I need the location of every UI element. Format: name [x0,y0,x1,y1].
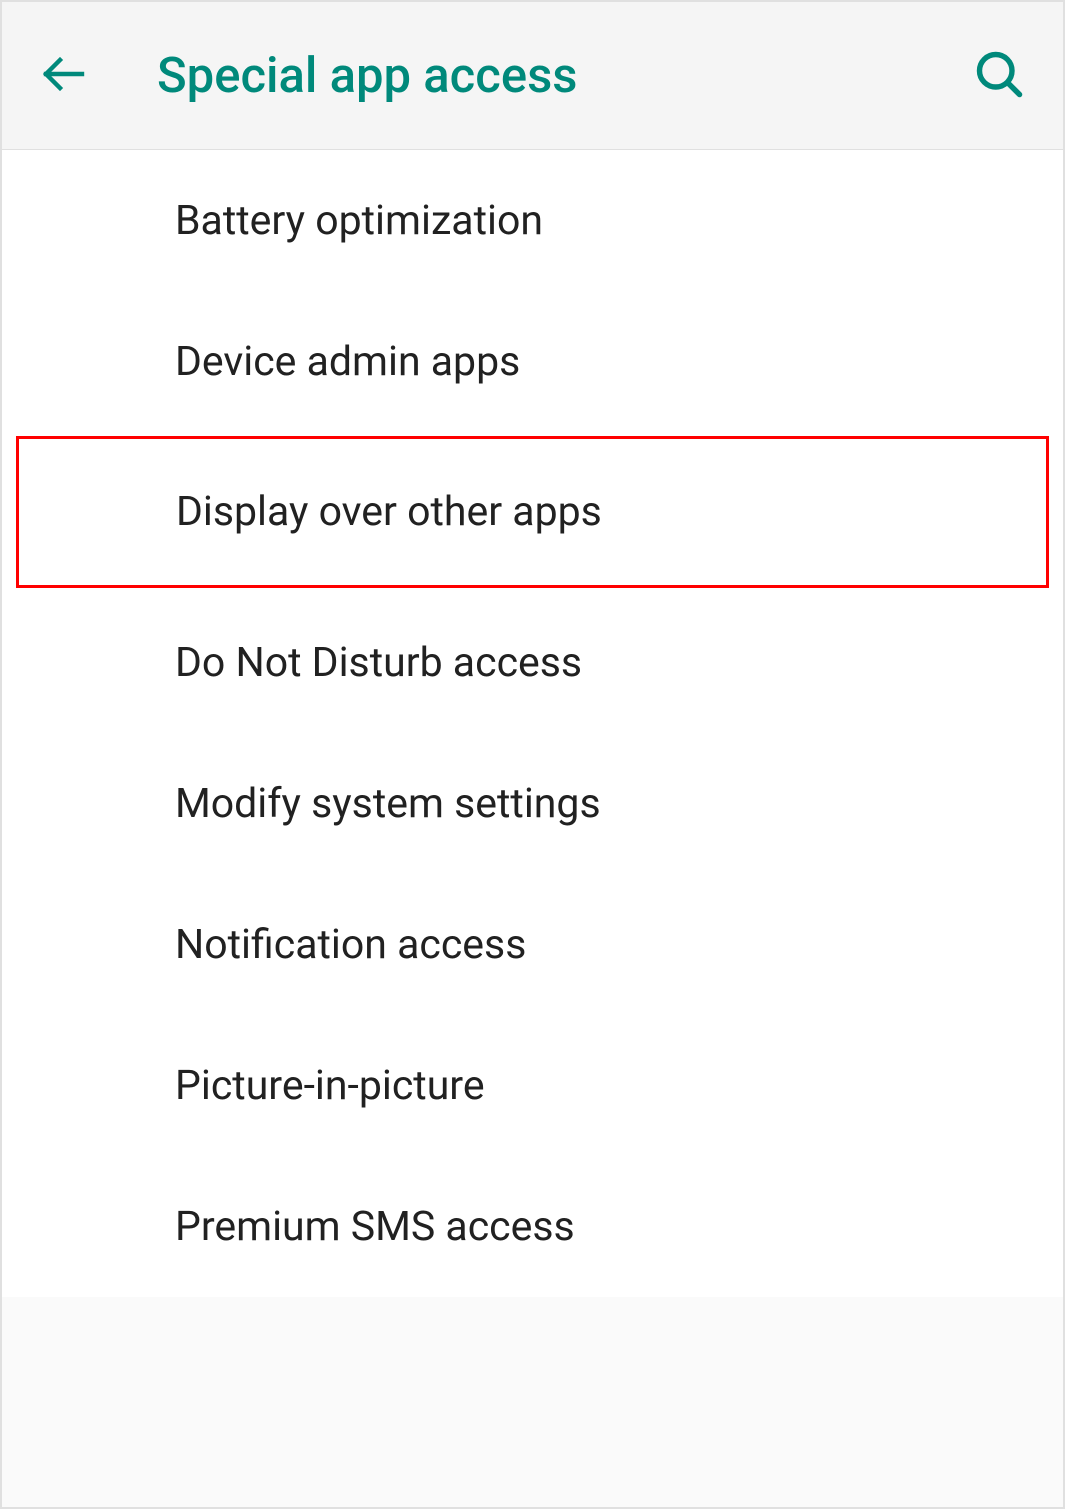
list-item-display-over-other-apps[interactable]: Display over other apps [19,439,1046,585]
highlight-box: Display over other apps [16,436,1049,588]
list-item-label: Modify system settings [175,780,601,828]
back-button[interactable] [22,2,122,149]
list-item-label: Picture-in-picture [175,1062,485,1110]
app-header: Special app access [2,2,1063,150]
list-item-battery-optimization[interactable]: Battery optimization [2,150,1063,291]
list-item-notification-access[interactable]: Notification access [2,874,1063,1015]
list-item-do-not-disturb-access[interactable]: Do Not Disturb access [2,592,1063,733]
list-item-modify-system-settings[interactable]: Modify system settings [2,733,1063,874]
list-item-label: Device admin apps [175,338,520,386]
page-title: Special app access [122,47,943,104]
list-item-label: Display over other apps [176,488,602,536]
list-item-premium-sms-access[interactable]: Premium SMS access [2,1156,1063,1297]
list-item-label: Premium SMS access [175,1203,575,1251]
search-icon [973,48,1025,104]
list-item-label: Battery optimization [175,197,543,245]
settings-list: Battery optimization Device admin apps D… [2,150,1063,1297]
search-button[interactable] [943,2,1043,149]
list-item-label: Notification access [175,921,526,969]
list-item-device-admin-apps[interactable]: Device admin apps [2,291,1063,432]
list-item-label: Do Not Disturb access [175,639,582,687]
back-arrow-icon [40,50,88,102]
list-item-picture-in-picture[interactable]: Picture-in-picture [2,1015,1063,1156]
